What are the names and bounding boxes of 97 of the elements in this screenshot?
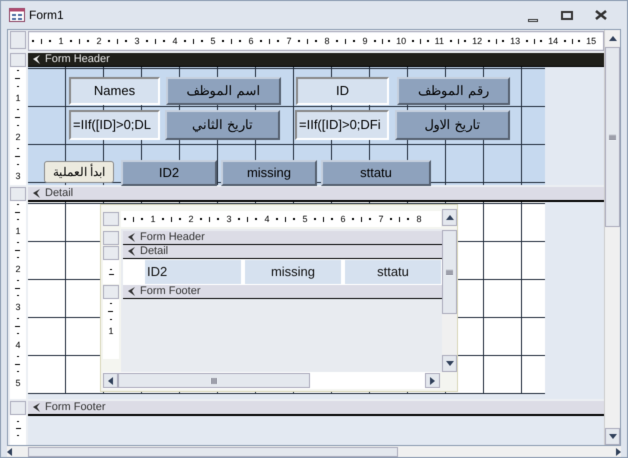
text-box[interactable]: Names [69,77,160,105]
scroll-down-button[interactable] [605,428,620,445]
scroll-thumb[interactable] [442,230,457,314]
ruler-number: 2 [15,132,20,142]
ruler-number: 10 [396,36,406,46]
text-box[interactable]: =IIf([ID]>0;DFi [295,110,389,140]
field-label[interactable]: ID2 [121,160,217,186]
form-icon [9,8,25,22]
section-bar[interactable]: Detail [123,245,442,259]
field-label[interactable]: تاريخ الاول [395,110,510,140]
section-selector[interactable] [10,187,26,201]
scroll-up-button[interactable] [442,209,457,226]
field-label[interactable]: ID2 [145,260,241,284]
scroll-left-button[interactable] [103,373,118,388]
vertical-ruler [103,260,119,284]
ruler-number: 3 [15,172,20,181]
scroll-thumb[interactable] [605,47,620,227]
scroll-right-button[interactable] [425,373,440,388]
ruler-number: 6 [248,36,254,46]
window-title: Form1 [29,7,64,24]
vertical-scrollbar[interactable] [604,30,620,445]
ruler-number: 8 [324,36,330,46]
section-selector[interactable] [10,401,26,415]
left-arrow-icon [108,376,113,384]
section-bar[interactable]: Form Footer [123,285,442,299]
ruler-number: 7 [378,214,384,224]
collapse-arrow-icon [127,287,136,296]
section-selector[interactable] [10,53,26,67]
field-label[interactable]: اسم الموظف [166,77,281,105]
vertical-ruler [10,415,26,445]
ruler-number: 5 [302,214,308,224]
ruler-number: 2 [188,214,194,224]
command-button[interactable]: ابدأ العملية [44,161,114,183]
section-bar[interactable]: Form Header [28,53,604,67]
ruler-number: 3 [134,36,140,46]
ruler-number: 1 [58,36,64,46]
scroll-thumb[interactable] [28,446,398,456]
collapse-arrow-icon [32,189,41,198]
ruler-number: 8 [416,214,422,224]
ruler-number: 13 [510,36,520,46]
grip-icon [609,134,616,140]
section-bar[interactable]: Detail [28,187,604,201]
field-label[interactable]: missing [245,260,341,284]
horizontal-scrollbar[interactable] [7,446,621,457]
ruler-number: 14 [548,36,558,46]
form-selector[interactable] [103,212,119,226]
ruler-number: 3 [15,302,20,312]
vertical-scrollbar[interactable] [442,229,457,372]
left-arrow-icon [7,448,12,456]
text-box[interactable]: ID [296,77,389,105]
field-label[interactable]: sttatu [345,260,441,284]
field-label[interactable]: missing [221,160,317,186]
up-arrow-icon [608,36,616,41]
field-label[interactable]: تاريخ الثاني [165,110,280,140]
section-bar[interactable]: Form Header [123,231,442,245]
restore-button[interactable] [559,8,575,22]
section-bar[interactable]: Form Footer [28,401,604,415]
down-arrow-icon [608,434,616,439]
text-box[interactable]: =IIf([ID]>0;DL [69,110,160,140]
ruler-number: 7 [286,36,292,46]
right-arrow-icon [616,448,621,456]
scroll-down-button[interactable] [442,355,457,372]
section-selector[interactable] [103,246,119,260]
grip-icon [446,270,453,274]
ruler-number: 4 [264,214,270,224]
ruler-number: 15 [586,36,596,46]
close-button[interactable] [593,8,609,22]
ruler-number: 1 [15,94,20,103]
form-selector[interactable] [10,31,26,49]
ruler-number: 2 [96,36,102,46]
ruler-number: 12 [472,36,482,46]
grip-icon [210,378,218,384]
up-arrow-icon [446,215,454,220]
ruler-number: 1 [150,214,156,224]
ruler-number: 2 [15,264,20,274]
down-arrow-icon [446,361,454,366]
ruler-number: 1 [15,226,20,236]
section-selector[interactable] [103,285,119,299]
ruler-number: 11 [434,36,444,46]
right-arrow-icon [430,376,435,384]
ruler-number: 1 [108,326,114,336]
section-selector[interactable] [103,231,119,245]
scroll-thumb[interactable] [118,373,310,388]
collapse-arrow-icon [32,55,41,64]
ruler-number: 9 [362,36,368,46]
subform-control[interactable]: 1 2 3 4 5 6 7 8 1 Form Header Detail ID2 missing sttatu Form Footer [100,204,458,392]
ruler-number: 5 [210,36,216,46]
ruler-number: 4 [15,340,20,350]
horizontal-scrollbar[interactable] [103,372,440,389]
collapse-arrow-icon [32,403,41,412]
close-icon [595,10,607,20]
ruler-number: 5 [15,378,20,388]
ruler-number: 3 [226,214,232,224]
field-label[interactable]: رقم الموظف [397,77,510,105]
ruler-number: 4 [172,36,178,46]
ruler-number: 6 [340,214,346,224]
field-label[interactable]: sttatu [321,160,431,186]
